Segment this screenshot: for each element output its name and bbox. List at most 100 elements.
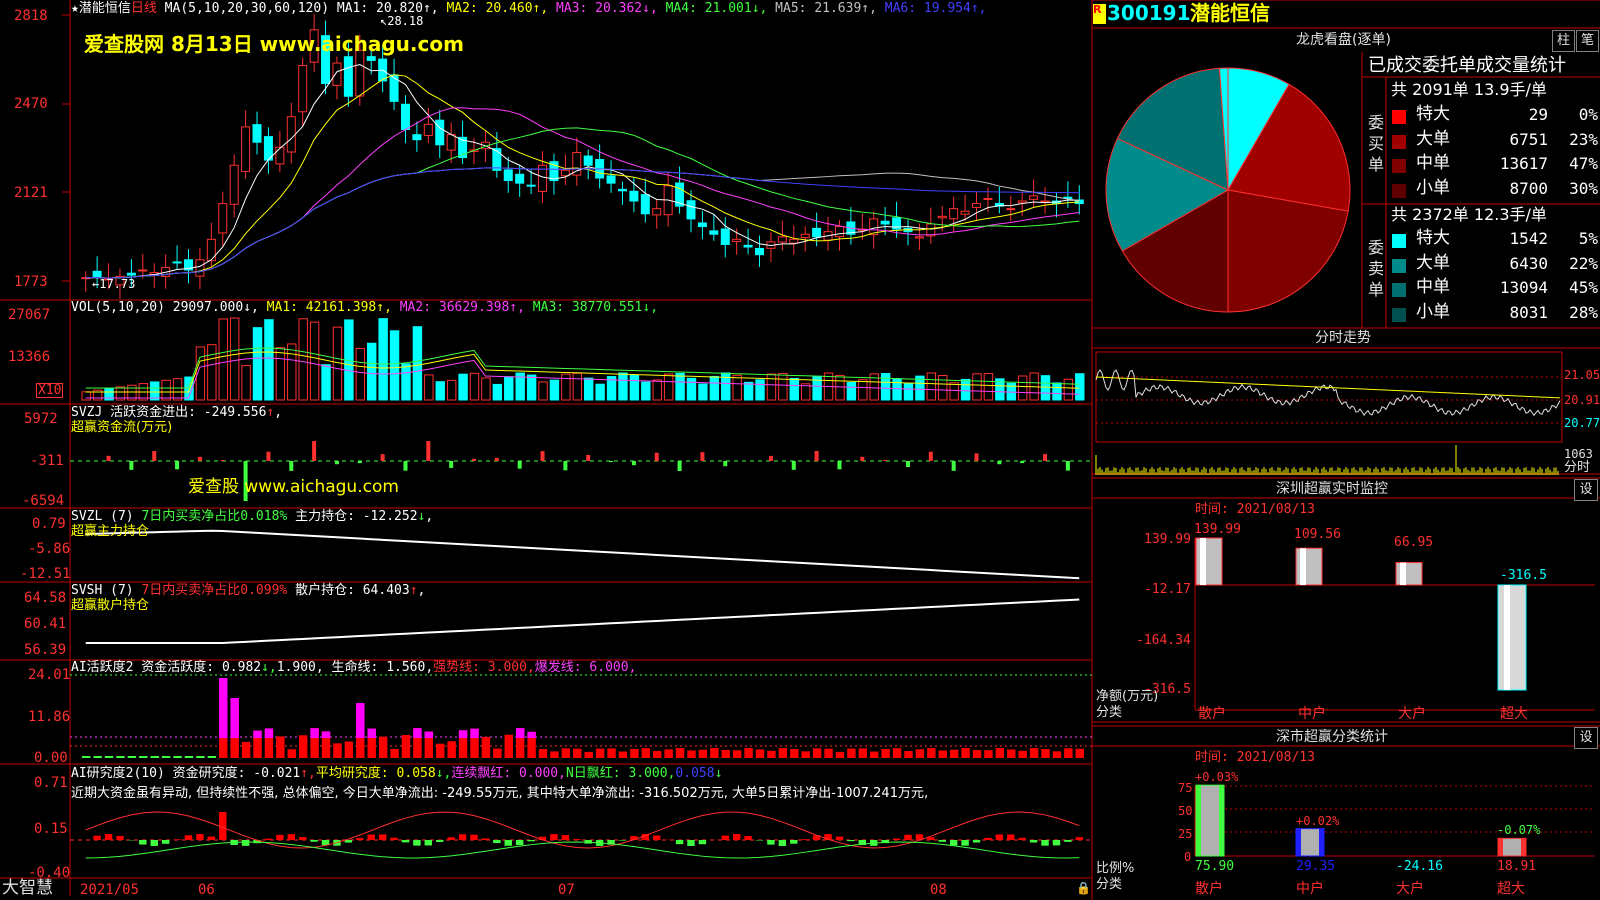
volume-bar — [789, 377, 799, 401]
activity-bar — [1018, 750, 1027, 758]
activity-bar — [344, 741, 354, 758]
monitor-settings-button[interactable]: 设 — [1574, 479, 1598, 501]
vol-pane-header: VOL(5,10,20) 29097.000↓, MA1: 42161.398↑… — [71, 301, 658, 314]
activity-bar — [82, 756, 91, 758]
ai1-tick: 24.01 — [28, 667, 71, 683]
candle — [937, 215, 947, 219]
svzj-watermark: 爱查股 www.aichagu.com — [188, 477, 399, 497]
volume-bar — [835, 374, 845, 401]
legend-swatch — [1392, 183, 1406, 198]
tab-column[interactable]: 柱 — [1552, 30, 1575, 52]
activity-bar — [447, 741, 456, 758]
flow-bar — [951, 461, 956, 471]
activity-bar — [995, 748, 1005, 758]
svsh-header: SVSH (7) 7日内买卖净占比0.099% 散户持仓: 64.403↑, — [71, 583, 426, 598]
activity-bar — [858, 748, 868, 758]
legend-swatch — [1392, 307, 1406, 322]
candle — [972, 203, 982, 208]
flow-bar — [563, 461, 568, 471]
row-value: 13617 — [1499, 154, 1548, 173]
candle — [195, 259, 205, 277]
flow-bar — [380, 454, 385, 461]
volume-bar — [743, 381, 754, 401]
activity-bar — [653, 750, 662, 758]
research-bar — [801, 839, 809, 840]
class-bar-edge — [1498, 838, 1503, 856]
activity-bar-top — [219, 678, 228, 738]
monitor-time: 时间: 2021/08/13 — [1195, 502, 1315, 517]
volume-bar — [663, 373, 674, 401]
activity-bar — [1041, 749, 1050, 758]
activity-bar — [687, 750, 696, 758]
row-label: 小单 — [1416, 301, 1450, 322]
intraday-tick: 20.91 — [1564, 393, 1600, 407]
svsh-tick: 64.58 — [24, 590, 67, 606]
holding-line — [85, 529, 1080, 580]
research-bar — [196, 834, 204, 840]
research-bar — [698, 840, 707, 845]
candle — [389, 74, 399, 102]
candle — [1006, 208, 1016, 211]
class-cat-label: 分类 — [1096, 877, 1123, 892]
candle — [332, 62, 342, 86]
activity-bar — [401, 734, 411, 758]
flow-bar — [517, 461, 522, 469]
research-bar — [1007, 834, 1015, 840]
svsh-subtitle: 超赢散户持仓 — [71, 598, 150, 613]
candle — [583, 155, 593, 166]
monitor-tick: 139.99 — [1144, 532, 1191, 547]
lock-icon[interactable]: 🔒 — [1076, 882, 1091, 894]
candle — [834, 226, 844, 238]
research-bar — [173, 839, 181, 840]
monitor-tick: -164.34 — [1136, 633, 1191, 648]
date-label: 08 — [930, 882, 947, 898]
activity-bar-top — [356, 703, 365, 738]
monitor-bar-highlight — [1504, 585, 1510, 690]
candle — [949, 208, 959, 220]
ma-values: MA1: 20.820↑, MA2: 20.460↑, MA3: 20.362↓… — [337, 1, 987, 16]
header-value: MA3: 38770.551↓, — [524, 300, 659, 315]
research-bar — [424, 840, 433, 846]
header-value: MA4: 21.001↓, — [657, 1, 768, 16]
activity-bar-top — [527, 731, 536, 738]
research-bar — [1064, 840, 1072, 842]
date-label: 06 — [198, 882, 215, 898]
period-label[interactable]: 日线 — [131, 1, 157, 16]
vol-title: VOL(5,10,20) — [71, 300, 165, 315]
activity-bar — [744, 748, 753, 758]
candle — [275, 146, 285, 165]
research-bar — [93, 835, 101, 840]
activity-bar — [1007, 749, 1016, 758]
candle — [914, 236, 924, 239]
header-value: MA2: 20.460↑, — [438, 1, 549, 16]
activity-bar — [984, 750, 993, 758]
flow-bar — [106, 455, 111, 461]
vol-unit-badge[interactable]: X10 — [36, 383, 64, 398]
activity-bar — [904, 750, 913, 758]
volume-bar — [389, 330, 400, 401]
research-bar — [687, 840, 695, 846]
tab-pen[interactable]: 笔 — [1576, 30, 1599, 52]
research-bar — [378, 834, 387, 840]
candle — [172, 261, 182, 264]
volume-bar — [161, 379, 171, 401]
candle — [629, 190, 639, 202]
activity-bar — [835, 751, 845, 758]
monitor-category: 中户 — [1298, 706, 1326, 722]
volume-bar — [504, 376, 514, 401]
ai2-tick: 0.15 — [34, 821, 68, 837]
row-label: 大单 — [1416, 252, 1450, 273]
retail-line — [85, 598, 1080, 644]
class-settings-button[interactable]: 设 — [1574, 727, 1598, 749]
research-bar — [835, 836, 844, 840]
flow-bar — [129, 461, 134, 470]
activity-bar — [561, 748, 571, 758]
research-bar — [458, 834, 467, 840]
header-value: MA1: 42161.398↑, — [258, 300, 392, 315]
date-label: 07 — [558, 882, 575, 898]
flow-bar — [586, 454, 591, 461]
header-value: ↓, — [261, 660, 277, 675]
research-bar — [310, 840, 318, 842]
volume-bar — [892, 378, 902, 401]
vol-tick: 27067 — [8, 307, 51, 323]
